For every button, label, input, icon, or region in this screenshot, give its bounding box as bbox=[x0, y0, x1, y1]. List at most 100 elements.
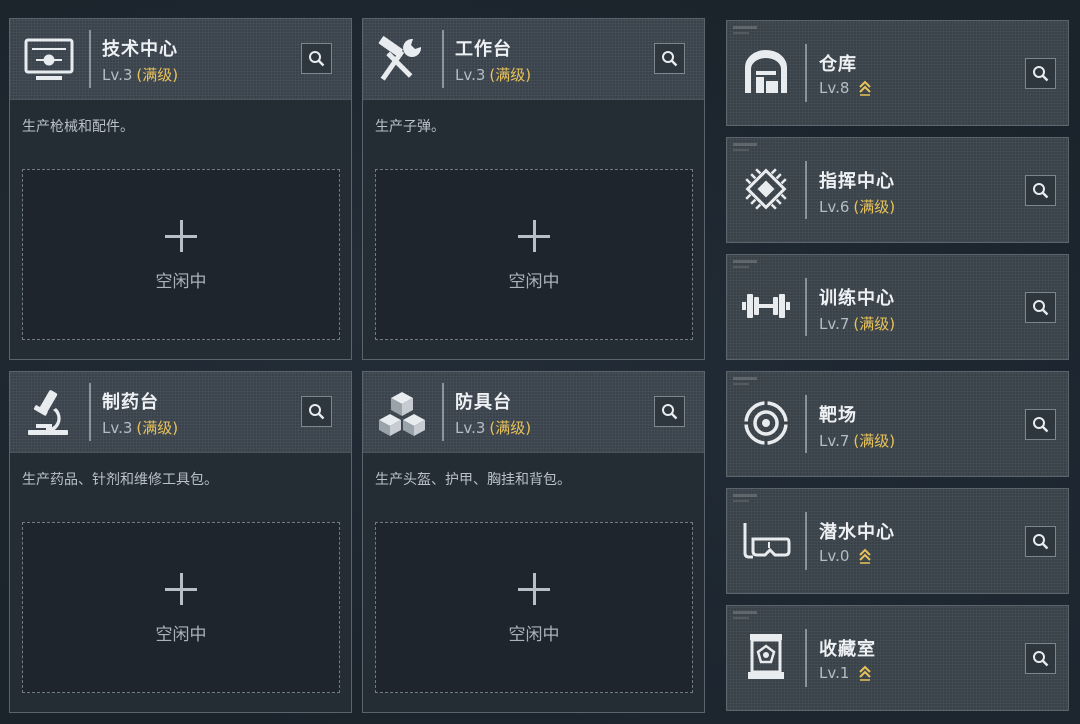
bench-level: Lv.3 (满级) bbox=[102, 66, 179, 84]
bench-card-armor[interactable]: 防具台 Lv.3 (满级) 生产头盔、护甲、胸挂和背包。 空闲中 bbox=[362, 371, 705, 713]
magnifier-icon bbox=[1033, 300, 1049, 316]
facility-level: Lv.7 (满级) bbox=[819, 315, 896, 333]
upgrade-arrow-icon bbox=[859, 548, 872, 564]
production-slot[interactable]: 空闲中 bbox=[22, 522, 340, 693]
max-level-tag: (满级) bbox=[489, 66, 532, 84]
bench-card-workbench[interactable]: 工作台 Lv.3 (满级) 生产子弹。 空闲中 bbox=[362, 18, 705, 360]
microscope-icon bbox=[22, 386, 76, 440]
magnifier-icon bbox=[309, 51, 325, 67]
plus-icon bbox=[165, 573, 199, 607]
search-button[interactable] bbox=[654, 396, 685, 427]
magnifier-icon bbox=[1033, 183, 1049, 199]
warehouse-icon bbox=[741, 47, 791, 97]
bench-level: Lv.3 (满级) bbox=[455, 419, 532, 437]
card-tag-line bbox=[733, 266, 749, 268]
divider bbox=[442, 30, 444, 88]
magnifier-icon bbox=[1033, 651, 1049, 667]
card-tag bbox=[733, 377, 757, 380]
search-button[interactable] bbox=[301, 396, 332, 427]
display-case-icon bbox=[741, 632, 791, 682]
max-level-tag: (满级) bbox=[136, 66, 179, 84]
facility-card-training-center[interactable]: 训练中心 Lv.7 (满级) bbox=[726, 254, 1069, 360]
bench-description: 生产枪械和配件。 bbox=[22, 119, 134, 135]
max-level-tag: (满级) bbox=[853, 315, 896, 333]
bench-level: Lv.3 (满级) bbox=[455, 66, 532, 84]
facility-title: 指挥中心 bbox=[819, 171, 895, 192]
facility-card-command-center[interactable]: 指挥中心 Lv.6 (满级) bbox=[726, 137, 1069, 243]
bench-level: Lv.3 (满级) bbox=[102, 419, 179, 437]
facility-title: 潜水中心 bbox=[819, 522, 895, 543]
magnifier-icon bbox=[1033, 66, 1049, 82]
production-slot[interactable]: 空闲中 bbox=[375, 169, 693, 340]
card-tag bbox=[733, 611, 757, 614]
slot-status: 空闲中 bbox=[155, 625, 207, 645]
upgrade-arrow-icon bbox=[859, 665, 872, 681]
divider bbox=[805, 278, 807, 336]
card-tag bbox=[733, 260, 757, 263]
magnifier-icon bbox=[309, 404, 325, 420]
bench-card-tech-center[interactable]: 技术中心 Lv.3 (满级) 生产枪械和配件。 空闲中 bbox=[9, 18, 352, 360]
plus-icon bbox=[518, 220, 552, 254]
card-tag-line bbox=[733, 383, 749, 385]
facility-level: Lv.8 bbox=[819, 79, 872, 97]
card-tag-line bbox=[733, 32, 749, 34]
search-button[interactable] bbox=[1025, 58, 1056, 89]
target-icon bbox=[741, 398, 791, 448]
divider bbox=[442, 383, 444, 441]
bench-header: 制药台 Lv.3 (满级) bbox=[10, 372, 351, 453]
production-slot[interactable]: 空闲中 bbox=[375, 522, 693, 693]
bench-header: 技术中心 Lv.3 (满级) bbox=[10, 19, 351, 100]
search-button[interactable] bbox=[654, 43, 685, 74]
bench-header: 防具台 Lv.3 (满级) bbox=[363, 372, 704, 453]
card-tag bbox=[733, 143, 757, 146]
facility-card-warehouse[interactable]: 仓库 Lv.8 bbox=[726, 20, 1069, 126]
magnifier-icon bbox=[662, 404, 678, 420]
facility-title: 训练中心 bbox=[819, 288, 895, 309]
plus-icon bbox=[165, 220, 199, 254]
divider bbox=[89, 383, 91, 441]
boxes-icon bbox=[375, 386, 429, 440]
bench-description: 生产子弹。 bbox=[375, 119, 445, 135]
slot-status: 空闲中 bbox=[155, 272, 207, 292]
divider bbox=[89, 30, 91, 88]
bench-title: 工作台 bbox=[455, 39, 512, 60]
search-button[interactable] bbox=[1025, 409, 1056, 440]
computer-terminal-icon bbox=[22, 33, 76, 87]
divider bbox=[805, 629, 807, 687]
bench-card-pharmacy[interactable]: 制药台 Lv.3 (满级) 生产药品、针剂和维修工具包。 空闲中 bbox=[9, 371, 352, 713]
facility-card-collection-room[interactable]: 收藏室 Lv.1 bbox=[726, 605, 1069, 711]
facility-title: 仓库 bbox=[819, 54, 857, 75]
search-button[interactable] bbox=[1025, 643, 1056, 674]
diving-mask-icon bbox=[741, 515, 791, 565]
facility-title: 收藏室 bbox=[819, 639, 876, 660]
search-button[interactable] bbox=[1025, 292, 1056, 323]
facility-title: 靶场 bbox=[819, 405, 857, 426]
chip-icon bbox=[741, 164, 791, 214]
card-tag-line bbox=[733, 500, 749, 502]
facility-level: Lv.0 bbox=[819, 547, 872, 565]
magnifier-icon bbox=[1033, 534, 1049, 550]
card-tag-line bbox=[733, 149, 749, 151]
divider bbox=[805, 44, 807, 102]
bench-title: 制药台 bbox=[102, 392, 159, 413]
search-button[interactable] bbox=[1025, 526, 1056, 557]
bench-description: 生产头盔、护甲、胸挂和背包。 bbox=[375, 472, 571, 488]
bench-description: 生产药品、针剂和维修工具包。 bbox=[22, 472, 218, 488]
facility-level: Lv.6 (满级) bbox=[819, 198, 896, 216]
search-button[interactable] bbox=[1025, 175, 1056, 206]
facility-level: Lv.7 (满级) bbox=[819, 432, 896, 450]
facility-card-shooting-range[interactable]: 靶场 Lv.7 (满级) bbox=[726, 371, 1069, 477]
bench-title: 技术中心 bbox=[102, 39, 178, 60]
production-slot[interactable]: 空闲中 bbox=[22, 169, 340, 340]
bench-header: 工作台 Lv.3 (满级) bbox=[363, 19, 704, 100]
bench-title: 防具台 bbox=[455, 392, 512, 413]
slot-status: 空闲中 bbox=[508, 272, 560, 292]
magnifier-icon bbox=[1033, 417, 1049, 433]
facility-card-diving-center[interactable]: 潜水中心 Lv.0 bbox=[726, 488, 1069, 594]
plus-icon bbox=[518, 573, 552, 607]
max-level-tag: (满级) bbox=[489, 419, 532, 437]
upgrade-arrow-icon bbox=[859, 80, 872, 96]
max-level-tag: (满级) bbox=[136, 419, 179, 437]
slot-status: 空闲中 bbox=[508, 625, 560, 645]
search-button[interactable] bbox=[301, 43, 332, 74]
